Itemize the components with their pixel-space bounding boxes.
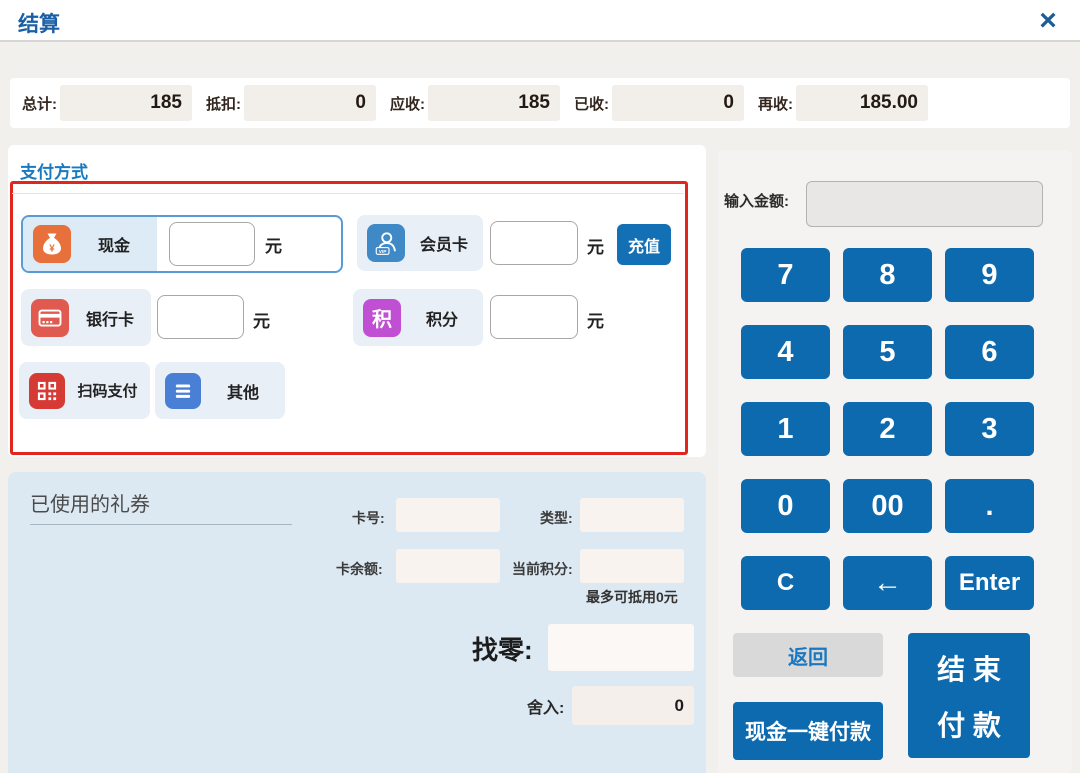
key-dot[interactable]: . xyxy=(945,479,1034,533)
finish-payment-line1: 结 束 xyxy=(937,648,1001,688)
dialog-header: 结算 × xyxy=(0,0,1080,42)
cash-label: 现金 xyxy=(90,232,138,256)
payment-method-bank-card[interactable]: 银行卡 xyxy=(21,289,151,346)
vip-member-icon: VIP xyxy=(367,224,405,262)
other-label: 其他 xyxy=(219,379,267,403)
key-5[interactable]: 5 xyxy=(843,325,932,379)
summary-bar: 总计: 185 抵扣: 0 应收: 185 已收: 0 再收: 185.00 xyxy=(10,78,1070,128)
summary-total: 总计: 185 xyxy=(22,85,192,121)
payment-section-title: 支付方式 xyxy=(20,158,88,183)
cash-amount-input[interactable] xyxy=(169,222,255,266)
amount-input[interactable] xyxy=(806,181,1043,227)
card-balance-field xyxy=(396,549,500,583)
member-card-amount-input[interactable] xyxy=(490,221,578,265)
card-number-label: 卡号: xyxy=(352,508,385,528)
dialog-title: 结算 xyxy=(18,8,60,38)
section-divider xyxy=(12,193,684,194)
card-balance-label: 卡余额: xyxy=(336,559,383,579)
payment-method-points[interactable]: 积 积分 xyxy=(353,289,483,346)
summary-received: 已收: 0 xyxy=(574,85,744,121)
points-icon: 积 xyxy=(363,299,401,337)
recharge-button[interactable]: 充值 xyxy=(617,224,671,265)
used-coupons-title: 已使用的礼券 xyxy=(30,488,150,517)
key-00[interactable]: 00 xyxy=(843,479,932,533)
points-unit: 元 xyxy=(587,307,604,332)
coupon-card-info-panel: 已使用的礼券 卡号: 类型: 卡余额: 当前积分: 最多可抵用0元 找零: 舍入… xyxy=(8,472,706,773)
card-type-field xyxy=(580,498,684,532)
payment-method-member-card[interactable]: VIP 会员卡 xyxy=(357,215,483,271)
summary-deduction-label: 抵扣: xyxy=(206,93,241,114)
card-type-label: 类型: xyxy=(540,508,573,528)
keypad-panel: 输入金额: 7 8 9 4 5 6 1 2 3 0 00 . C ← Enter… xyxy=(718,150,1072,773)
cash-method-tile[interactable]: ¥ 现金 xyxy=(23,217,157,271)
cash-unit: 元 xyxy=(265,232,282,257)
backspace-icon[interactable]: ← xyxy=(843,556,932,610)
summary-receivable: 应收: 185 xyxy=(390,85,560,121)
close-icon[interactable]: × xyxy=(1028,2,1068,40)
payment-method-other[interactable]: 其他 xyxy=(155,362,285,419)
finish-payment-button[interactable]: 结 束 付 款 xyxy=(908,633,1030,758)
summary-received-label: 已收: xyxy=(574,93,609,114)
key-2[interactable]: 2 xyxy=(843,402,932,456)
payment-method-cash[interactable]: ¥ 现金 元 xyxy=(21,215,343,273)
card-number-field xyxy=(396,498,500,532)
key-6[interactable]: 6 xyxy=(945,325,1034,379)
key-enter[interactable]: Enter xyxy=(945,556,1034,610)
current-points-label: 当前积分: xyxy=(512,559,573,579)
key-4[interactable]: 4 xyxy=(741,325,830,379)
svg-text:VIP: VIP xyxy=(379,249,388,255)
summary-received-value: 0 xyxy=(612,85,744,121)
summary-remaining-value: 185.00 xyxy=(796,85,928,121)
settlement-dialog: 结算 × 总计: 185 抵扣: 0 应收: 185 已收: 0 再收: 185… xyxy=(0,0,1080,773)
summary-total-label: 总计: xyxy=(22,93,57,114)
summary-receivable-value: 185 xyxy=(428,85,560,121)
list-icon xyxy=(165,373,201,409)
payment-method-scan-pay[interactable]: 扫码支付 xyxy=(19,362,150,419)
coupon-divider xyxy=(30,524,292,525)
payment-methods-panel: 支付方式 ¥ 现金 元 xyxy=(8,145,706,457)
rounding-field: 0 xyxy=(572,686,694,725)
finish-payment-line2: 付 款 xyxy=(937,704,1001,744)
qr-code-icon xyxy=(29,373,65,409)
amount-input-label: 输入金额: xyxy=(724,190,789,211)
member-card-unit: 元 xyxy=(587,233,604,258)
summary-deduction-value: 0 xyxy=(244,85,376,121)
summary-remaining: 再收: 185.00 xyxy=(758,85,928,121)
svg-text:¥: ¥ xyxy=(49,244,55,255)
bank-card-amount-input[interactable] xyxy=(157,295,244,339)
key-8[interactable]: 8 xyxy=(843,248,932,302)
money-bag-icon: ¥ xyxy=(33,225,71,263)
back-button[interactable]: 返回 xyxy=(733,633,883,677)
bank-card-unit: 元 xyxy=(253,307,270,332)
bank-card-label: 银行卡 xyxy=(78,306,142,330)
key-7[interactable]: 7 xyxy=(741,248,830,302)
scan-pay-label: 扫码支付 xyxy=(69,380,145,401)
key-3[interactable]: 3 xyxy=(945,402,1034,456)
cash-quick-pay-button[interactable]: 现金一键付款 xyxy=(733,702,883,760)
summary-deduction: 抵扣: 0 xyxy=(206,85,376,121)
key-1[interactable]: 1 xyxy=(741,402,830,456)
summary-remaining-label: 再收: xyxy=(758,93,793,114)
points-amount-input[interactable] xyxy=(490,295,578,339)
change-label: 找零: xyxy=(472,630,533,667)
summary-total-value: 185 xyxy=(60,85,192,121)
max-deduction-note: 最多可抵用0元 xyxy=(586,587,678,607)
rounding-label: 舍入: xyxy=(527,694,564,718)
member-card-label: 会员卡 xyxy=(412,231,476,255)
change-field xyxy=(548,624,694,671)
bank-card-icon xyxy=(31,299,69,337)
summary-receivable-label: 应收: xyxy=(390,93,425,114)
key-clear[interactable]: C xyxy=(741,556,830,610)
key-9[interactable]: 9 xyxy=(945,248,1034,302)
points-label: 积分 xyxy=(418,306,466,330)
key-0[interactable]: 0 xyxy=(741,479,830,533)
current-points-field xyxy=(580,549,684,583)
